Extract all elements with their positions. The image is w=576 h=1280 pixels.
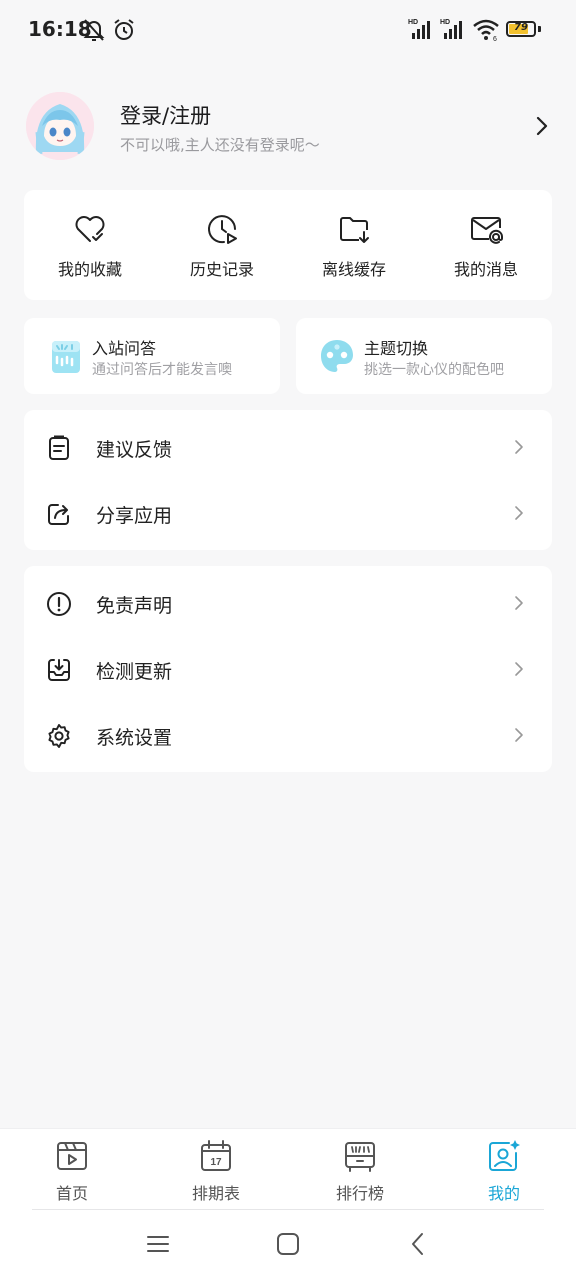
back-icon[interactable] [406, 1232, 430, 1256]
chevron-right-icon [515, 596, 523, 610]
tab-label: 排行榜 [335, 1184, 384, 1203]
quick-action-label: 我的消息 [453, 260, 518, 279]
wifi-icon: 6 [473, 19, 499, 42]
menu-icon[interactable] [146, 1232, 170, 1256]
feature-subtitle: 挑选一款心仪的配色吧 [364, 362, 504, 378]
heart-check-icon [75, 216, 105, 242]
clipboard-icon [49, 435, 69, 460]
download-tray-icon [48, 659, 70, 681]
menu-label: 建议反馈 [96, 439, 173, 461]
bell-muted-icon [83, 19, 105, 41]
menu-label: 系统设置 [96, 727, 173, 749]
login-hint-text: 不可以哦,主人还没有登录呢～ [120, 136, 320, 154]
signal-1-icon: HD [408, 19, 430, 39]
gear-icon [48, 724, 70, 748]
quick-action-messages[interactable]: 我的消息 [420, 190, 552, 300]
alarm-icon [114, 19, 134, 40]
chevron-right-icon [515, 506, 523, 520]
status-bar: 16:18 HD HD 6 79 [0, 0, 576, 60]
tab-schedule[interactable]: 17 排期表 [144, 1129, 288, 1211]
palette-icon [321, 340, 353, 372]
feature-title: 入站问答 [92, 339, 157, 358]
tab-label: 首页 [55, 1184, 88, 1203]
menu-label: 免责声明 [96, 595, 173, 617]
ranking-icon [345, 1142, 375, 1172]
menu-item-feedback[interactable]: 建议反馈 [24, 414, 552, 480]
clock-play-icon [208, 215, 237, 244]
system-nav-bar [0, 1210, 576, 1280]
feature-card-quiz[interactable]: 入站问答 通过问答后才能发言噢 [24, 318, 280, 394]
login-register-title[interactable]: 登录/注册 [120, 100, 211, 130]
folder-download-icon [340, 217, 369, 243]
quick-actions-card: 我的收藏 历史记录 离线缓存 我的消息 [24, 190, 552, 300]
anime-avatar-icon [26, 92, 94, 160]
menu-group-feedback: 建议反馈 分享应用 [24, 410, 552, 550]
menu-item-share-app[interactable]: 分享应用 [24, 480, 552, 546]
quick-action-label: 我的收藏 [57, 260, 122, 279]
profile-header[interactable]: 登录/注册 不可以哦,主人还没有登录呢～ [24, 90, 552, 162]
feature-subtitle: 通过问答后才能发言噢 [92, 362, 232, 378]
menu-group-system: 免责声明 检测更新 系统设置 [24, 566, 552, 772]
quiz-icon [52, 341, 80, 373]
avatar[interactable] [26, 92, 94, 160]
tab-ranking[interactable]: 排行榜 [288, 1129, 432, 1211]
feature-card-theme[interactable]: 主题切换 挑选一款心仪的配色吧 [296, 318, 552, 394]
feature-title: 主题切换 [364, 339, 429, 358]
battery-icon: 79 [506, 21, 536, 37]
calendar-icon: 17 [201, 1140, 231, 1171]
alert-circle-icon [47, 592, 71, 616]
quick-action-label: 离线缓存 [321, 260, 386, 279]
home-play-icon [57, 1142, 87, 1170]
bottom-nav: 首页 17 排期表 排行榜 我的 [0, 1128, 576, 1211]
tab-home[interactable]: 首页 [0, 1129, 144, 1211]
menu-label: 检测更新 [96, 661, 173, 683]
mail-at-icon [471, 217, 503, 244]
menu-item-check-update[interactable]: 检测更新 [24, 636, 552, 702]
svg-text:HD: HD [408, 19, 418, 26]
tab-label: 我的 [487, 1184, 520, 1203]
battery-level: 79 [514, 22, 528, 33]
menu-label: 分享应用 [96, 505, 173, 527]
quick-action-offline-cache[interactable]: 离线缓存 [288, 190, 420, 300]
tab-label: 排期表 [191, 1184, 240, 1203]
menu-item-settings[interactable]: 系统设置 [24, 702, 552, 768]
share-icon [48, 504, 69, 525]
quick-action-label: 历史记录 [189, 260, 254, 279]
chevron-right-icon [515, 662, 523, 676]
menu-item-disclaimer[interactable]: 免责声明 [24, 570, 552, 636]
quick-action-history[interactable]: 历史记录 [156, 190, 288, 300]
home-square-icon[interactable] [276, 1232, 300, 1256]
svg-text:HD: HD [440, 19, 450, 26]
quick-action-favorites[interactable]: 我的收藏 [24, 190, 156, 300]
svg-text:17: 17 [210, 1157, 222, 1168]
chevron-right-icon [515, 728, 523, 742]
chevron-right-icon [515, 440, 523, 454]
chevron-right-icon[interactable] [534, 114, 550, 138]
signal-2-icon: HD [440, 19, 462, 39]
profile-sparkle-icon [489, 1140, 520, 1171]
svg-text:6: 6 [493, 36, 497, 42]
tab-mine[interactable]: 我的 [432, 1129, 576, 1211]
